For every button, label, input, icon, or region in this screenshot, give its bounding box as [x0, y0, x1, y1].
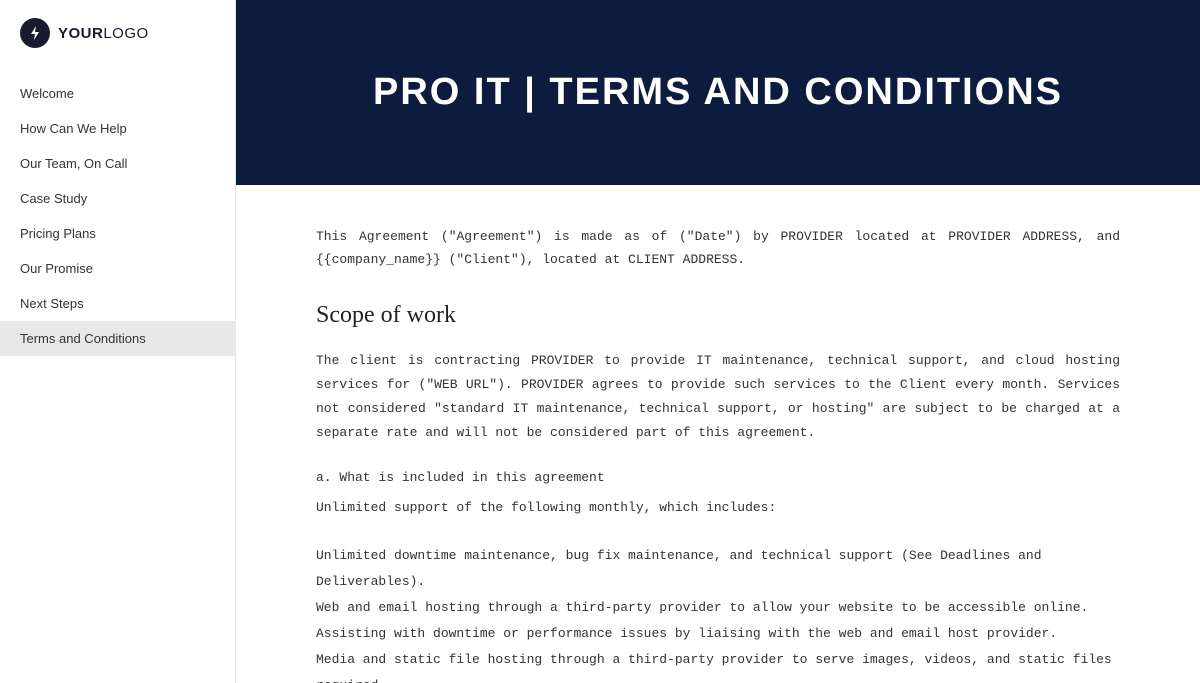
content-area: This Agreement ("Agreement") is made as … — [236, 185, 1200, 683]
sidebar-nav: Welcome How Can We Help Our Team, On Cal… — [0, 66, 235, 683]
list-items: Unlimited downtime maintenance, bug fix … — [316, 543, 1120, 683]
list-item: Web and email hosting through a third-pa… — [316, 595, 1120, 621]
sidebar-item-case-study[interactable]: Case Study — [0, 181, 235, 216]
logo-icon — [20, 18, 50, 48]
scope-body: The client is contracting PROVIDER to pr… — [316, 349, 1120, 445]
page-header: PRO IT | TERMS AND CONDITIONS — [236, 0, 1200, 185]
sidebar: YOURLOGO Welcome How Can We Help Our Tea… — [0, 0, 236, 683]
main-content: PRO IT | TERMS AND CONDITIONS This Agree… — [236, 0, 1200, 683]
list-item: Unlimited downtime maintenance, bug fix … — [316, 543, 1120, 595]
sub-a-intro: Unlimited support of the following month… — [316, 495, 1120, 521]
sidebar-item-terms-and-conditions[interactable]: Terms and Conditions — [0, 321, 235, 356]
page-title: PRO IT | TERMS AND CONDITIONS — [373, 71, 1063, 114]
sidebar-item-our-promise[interactable]: Our Promise — [0, 251, 235, 286]
list-item: Assisting with downtime or performance i… — [316, 621, 1120, 647]
intro-paragraph: This Agreement ("Agreement") is made as … — [316, 225, 1120, 272]
sidebar-item-how-can-we-help[interactable]: How Can We Help — [0, 111, 235, 146]
sidebar-item-next-steps[interactable]: Next Steps — [0, 286, 235, 321]
sub-a-heading: a. What is included in this agreement — [316, 465, 1120, 491]
logo: YOURLOGO — [0, 0, 235, 66]
scope-heading: Scope of work — [316, 302, 1120, 329]
logo-text: YOURLOGO — [58, 25, 149, 42]
list-item: Media and static file hosting through a … — [316, 647, 1120, 683]
sidebar-item-our-team-on-call[interactable]: Our Team, On Call — [0, 146, 235, 181]
sidebar-item-welcome[interactable]: Welcome — [0, 76, 235, 111]
sidebar-item-pricing-plans[interactable]: Pricing Plans — [0, 216, 235, 251]
